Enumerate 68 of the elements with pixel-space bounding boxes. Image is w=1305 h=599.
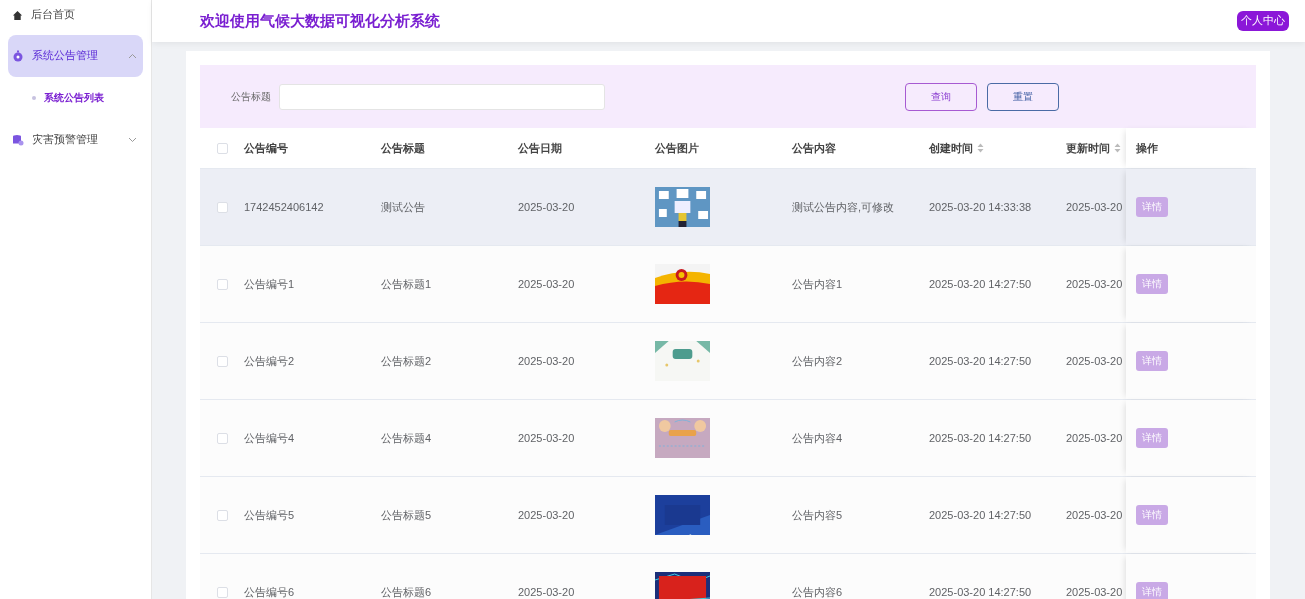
database-icon: [12, 134, 24, 146]
app-title: 欢迎使用气候大数据可视化分析系统: [200, 11, 440, 31]
table-cell-text: 公告内容2: [792, 353, 844, 369]
profile-button[interactable]: 个人中心: [1237, 11, 1289, 31]
chevron-up-icon: [128, 53, 137, 59]
table-cell-text: 公告内容5: [792, 507, 844, 523]
table-cell-text: 2025-03-20: [518, 278, 576, 290]
sidebar-item[interactable]: 后台首页: [8, 0, 143, 30]
table-cell-text: 2025-03-20 14:27:50: [929, 278, 1033, 290]
column-header: 公告标题: [381, 140, 426, 156]
column-header: 操作: [1126, 128, 1256, 168]
table-cell-text: 公告编号4: [244, 430, 296, 446]
table-cell-text: 测试公告: [381, 199, 426, 215]
row-checkbox[interactable]: [216, 432, 228, 444]
home-icon: [12, 9, 23, 21]
table-cell-text: 2025-03-20: [518, 201, 576, 213]
table-cell-text: 1742452406142: [244, 201, 325, 213]
table-cell-text: 2025-03-20 14:33:38: [929, 201, 1033, 213]
column-header[interactable]: 创建时间: [929, 140, 1066, 156]
table-cell-text: 2025-03-20 14:27:50: [929, 586, 1033, 598]
row-checkbox[interactable]: [216, 201, 228, 213]
column-header: 公告内容: [792, 140, 837, 156]
reset-button[interactable]: 重置: [987, 82, 1059, 111]
row-checkbox[interactable]: [216, 509, 228, 521]
table-cell-text: 2025-03-20 14:27:50: [929, 355, 1033, 367]
stopwatch-icon: [12, 50, 24, 62]
table-cell-text: 公告标题5: [381, 507, 433, 523]
table-cell-text: 2025-03-20: [518, 432, 576, 444]
sidebar-subitem[interactable]: 系统公告列表: [8, 81, 143, 115]
table-cell-text: 公告内容6: [792, 584, 844, 599]
table-cell-text: 公告标题6: [381, 584, 433, 599]
row-checkbox[interactable]: [216, 278, 228, 290]
chevron-down-icon: [128, 137, 137, 143]
table-cell-text: 2025-03-20: [1066, 355, 1124, 367]
column-header[interactable]: 更新时间: [1066, 140, 1126, 156]
table-cell-text: 公告编号6: [244, 584, 296, 599]
table-cell-text: 测试公告内容,可修改: [792, 199, 896, 215]
column-header: 公告日期: [518, 140, 563, 156]
column-header: 公告图片: [655, 140, 700, 156]
sidebar-item[interactable]: 系统公告管理: [8, 35, 143, 77]
table-cell-text: 公告编号1: [244, 276, 296, 292]
table-cell-text: 2025-03-20: [518, 509, 576, 521]
table-cell-text: 2025-03-20: [518, 355, 576, 367]
table-cell-text: 2025-03-20: [1066, 586, 1124, 598]
table-cell-text: 公告内容4: [792, 430, 844, 446]
table-cell-text: 2025-03-20: [1066, 432, 1124, 444]
table-cell-text: 2025-03-20 14:27:50: [929, 509, 1033, 521]
row-checkbox[interactable]: [216, 355, 228, 367]
title-search-field[interactable]: [279, 83, 605, 110]
table-cell-text: 公告标题1: [381, 276, 433, 292]
table-cell-text: 公告标题4: [381, 430, 433, 446]
sidebar-item[interactable]: 灾害预警管理: [8, 119, 143, 161]
table-cell-text: 公告标题2: [381, 353, 433, 369]
table-cell-text: 2025-03-20: [1066, 509, 1124, 521]
row-checkbox[interactable]: [216, 586, 228, 598]
table-cell-text: 公告编号2: [244, 353, 296, 369]
sort-icon[interactable]: [1114, 143, 1121, 153]
query-button[interactable]: 查询: [905, 82, 977, 111]
select-all-checkbox[interactable]: [216, 142, 228, 154]
table-cell-text: 2025-03-20 14:27:50: [929, 432, 1033, 444]
table-cell-text: 2025-03-20: [518, 586, 576, 598]
table-cell-text: 公告编号5: [244, 507, 296, 523]
sort-icon[interactable]: [977, 143, 984, 153]
table-cell-text: 公告内容1: [792, 276, 844, 292]
field-label: 公告标题: [231, 89, 271, 104]
table-cell-text: 2025-03-20: [1066, 278, 1124, 290]
table-cell-text: 2025-03-20: [1066, 201, 1124, 213]
column-header: 公告编号: [244, 140, 289, 156]
